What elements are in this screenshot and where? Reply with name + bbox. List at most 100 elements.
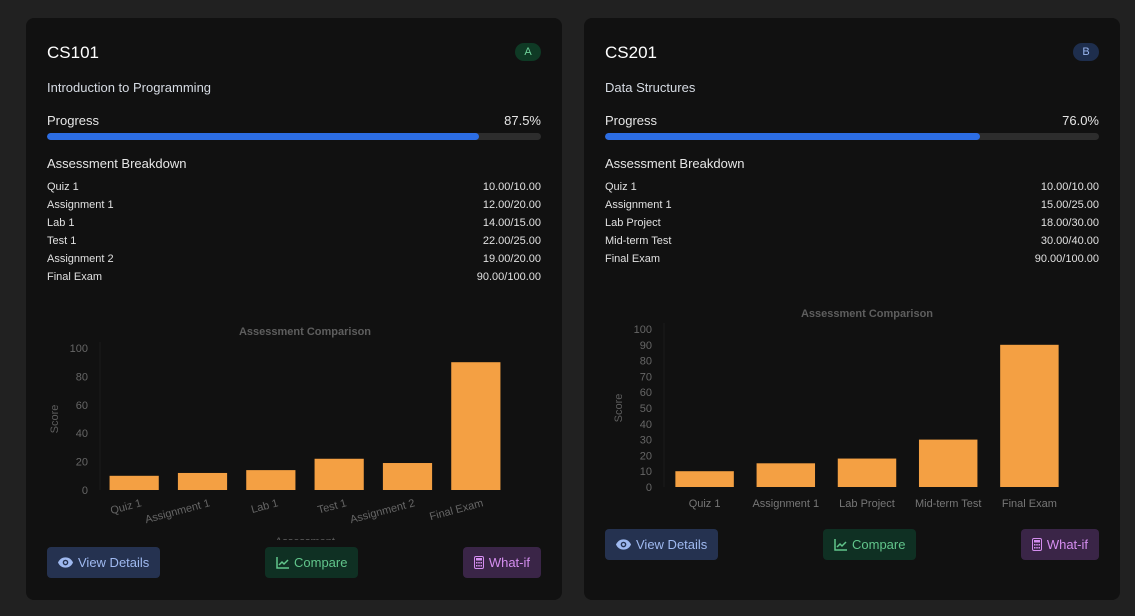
breakdown-row: Assignment 2 19.00/20.00: [47, 250, 541, 268]
y-tick-label: 80: [76, 371, 88, 383]
y-tick-label: 60: [640, 387, 652, 399]
y-tick-label: 100: [70, 343, 88, 355]
assessment-score: 22.00/25.00: [482, 235, 541, 247]
assessment-score: 90.00/100.00: [1034, 253, 1099, 265]
breakdown-row: Final Exam 90.00/100.00: [605, 250, 1099, 268]
grade-badge: A: [515, 43, 541, 61]
y-tick-label: 0: [82, 485, 88, 497]
y-tick-label: 90: [640, 340, 652, 352]
bar: [177, 472, 228, 490]
bar: [109, 475, 159, 490]
progress-bar-fill: [47, 133, 480, 140]
assessment-score: 19.00/20.00: [482, 253, 541, 265]
breakdown-row: Assignment 1 15.00/25.00: [605, 196, 1099, 214]
assessment-name: Final Exam: [605, 253, 661, 265]
course-card-cs201: CS201 B Data Structures Progress 76.0% A…: [584, 18, 1120, 600]
view-details-button[interactable]: View Details: [605, 529, 719, 560]
assessment-score: 14.00/15.00: [482, 217, 541, 229]
breakdown-row: Quiz 1 10.00/10.00: [47, 178, 541, 196]
x-tick-label: Quiz 1: [109, 497, 143, 517]
y-axis-label: Score: [49, 405, 61, 434]
line-chart-icon: [276, 556, 289, 569]
x-tick-label: Lab Project: [839, 498, 895, 510]
compare-button[interactable]: Compare: [823, 529, 917, 560]
what-if-label: What-if: [1046, 537, 1088, 552]
assessment-name: Final Exam: [47, 271, 103, 283]
x-tick-label: Quiz 1: [689, 498, 721, 510]
progress-label: Progress: [605, 113, 658, 128]
x-tick-label: Final Exam: [1002, 498, 1057, 510]
x-tick-label: Mid-term Test: [915, 498, 981, 510]
y-tick-label: 50: [640, 403, 652, 415]
what-if-label: What-if: [488, 555, 530, 570]
breakdown-row: Mid-term Test 30.00/40.00: [605, 232, 1099, 250]
compare-button[interactable]: Compare: [265, 547, 359, 578]
assessment-name: Assignment 2: [47, 253, 114, 265]
bar: [675, 471, 734, 487]
progress-bar: [605, 133, 1099, 140]
what-if-button[interactable]: What-if: [1020, 529, 1099, 560]
y-tick-label: 0: [646, 482, 652, 494]
y-tick-label: 20: [640, 450, 652, 462]
breakdown-row: Lab Project 18.00/30.00: [605, 214, 1099, 232]
progress-bar-fill: [605, 133, 981, 140]
chart-title: Assessment Comparison: [239, 326, 371, 338]
breakdown-row: Final Exam 90.00/100.00: [47, 268, 541, 286]
course-code: CS101: [47, 43, 99, 62]
bar: [837, 458, 897, 487]
eye-icon: [58, 557, 73, 568]
course-name: Introduction to Programming: [47, 80, 212, 95]
line-chart-icon: [834, 538, 847, 551]
calculator-icon: [473, 556, 484, 569]
y-tick-label: 100: [634, 324, 652, 336]
eye-icon: [616, 539, 631, 550]
bar: [756, 463, 816, 487]
view-details-button[interactable]: View Details: [47, 547, 161, 578]
assessment-name: Quiz 1: [605, 181, 637, 193]
assessment-score: 18.00/30.00: [1040, 217, 1099, 229]
y-tick-label: 30: [640, 435, 652, 447]
what-if-button[interactable]: What-if: [462, 547, 541, 578]
x-tick-label: Assignment 1: [752, 498, 819, 510]
y-tick-label: 40: [76, 428, 88, 440]
y-tick-label: 20: [76, 457, 88, 469]
assessment-name: Test 1: [47, 235, 77, 247]
assessment-name: Lab Project: [605, 217, 661, 229]
assessment-name: Assignment 1: [605, 199, 672, 211]
assessment-chart: Assessment Comparison Score Assessment 0 20 4…: [49, 326, 501, 540]
assessment-name: Lab 1: [47, 217, 75, 229]
course-code: CS201: [605, 43, 657, 62]
course-name: Data Structures: [605, 80, 696, 95]
assessment-name: Assignment 1: [47, 199, 114, 211]
bar: [382, 463, 433, 490]
progress-label: Progress: [47, 113, 100, 128]
y-tick-label: 80: [640, 356, 652, 368]
breakdown-list: Quiz 1 10.00/10.00 Assignment 1 15.00/25.0…: [605, 178, 1099, 268]
y-tick-label: 40: [640, 419, 652, 431]
y-axis-label: Score: [613, 394, 625, 423]
y-tick-label: 70: [640, 371, 652, 383]
x-tick-label: Test 1: [316, 497, 347, 516]
assessment-score: 10.00/10.00: [482, 181, 541, 193]
bar: [314, 458, 364, 490]
x-tick-label: Assignment 2: [349, 497, 416, 526]
assessment-score: 12.00/20.00: [482, 199, 541, 211]
breakdown-list: Quiz 1 10.00/10.00 Assignment 1 12.00/20.0…: [47, 178, 541, 286]
breakdown-title: Assessment Breakdown: [605, 156, 745, 171]
calculator-icon: [1031, 538, 1042, 551]
grade-badge: B: [1073, 43, 1099, 61]
assessment-score: 15.00/25.00: [1040, 199, 1099, 211]
assessment-name: Mid-term Test: [605, 235, 672, 247]
compare-label: Compare: [294, 555, 348, 570]
x-tick-label: Assignment 1: [144, 497, 211, 526]
x-axis-label: Assessment: [275, 536, 335, 540]
assessment-score: 10.00/10.00: [1040, 181, 1099, 193]
bar: [1000, 344, 1059, 487]
breakdown-row: Assignment 1 12.00/20.00: [47, 196, 541, 214]
bar: [918, 439, 978, 487]
bar: [246, 470, 296, 490]
assessment-score: 30.00/40.00: [1040, 235, 1099, 247]
breakdown-row: Lab 1 14.00/15.00: [47, 214, 541, 232]
y-tick-label: 60: [76, 400, 88, 412]
compare-label: Compare: [852, 537, 906, 552]
